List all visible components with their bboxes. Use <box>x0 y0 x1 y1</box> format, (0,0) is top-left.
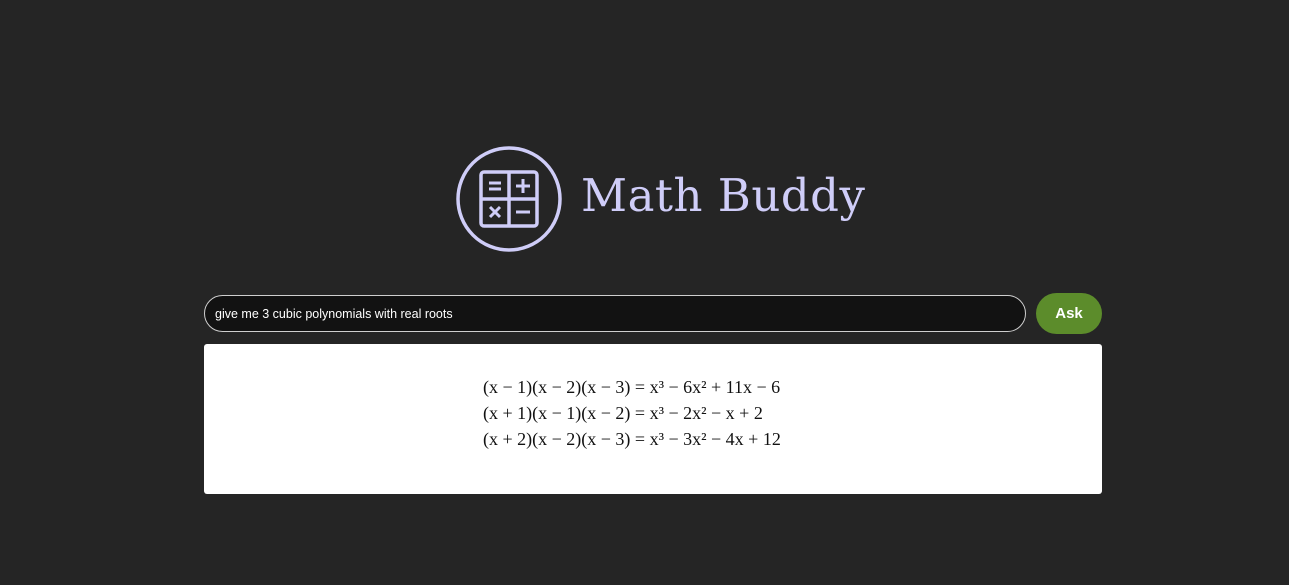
equation-line: (x + 1)(x − 1)(x − 2) = x³ − 2x² − x + 2 <box>483 403 763 423</box>
question-input[interactable] <box>204 295 1026 332</box>
answer-panel: (x − 1)(x − 2)(x − 3) = x³ − 6x² + 11x −… <box>204 344 1102 494</box>
equation-list: (x − 1)(x − 2)(x − 3) = x³ − 6x² + 11x −… <box>483 374 781 452</box>
ask-button[interactable]: Ask <box>1036 293 1102 334</box>
app-title: Math Buddy <box>581 168 866 222</box>
equation-line: (x − 1)(x − 2)(x − 3) = x³ − 6x² + 11x −… <box>483 377 781 397</box>
app-header: Math Buddy <box>456 146 865 252</box>
calculator-icon <box>456 146 562 252</box>
equation-line: (x + 2)(x − 2)(x − 3) = x³ − 3x² − 4x + … <box>483 429 781 449</box>
